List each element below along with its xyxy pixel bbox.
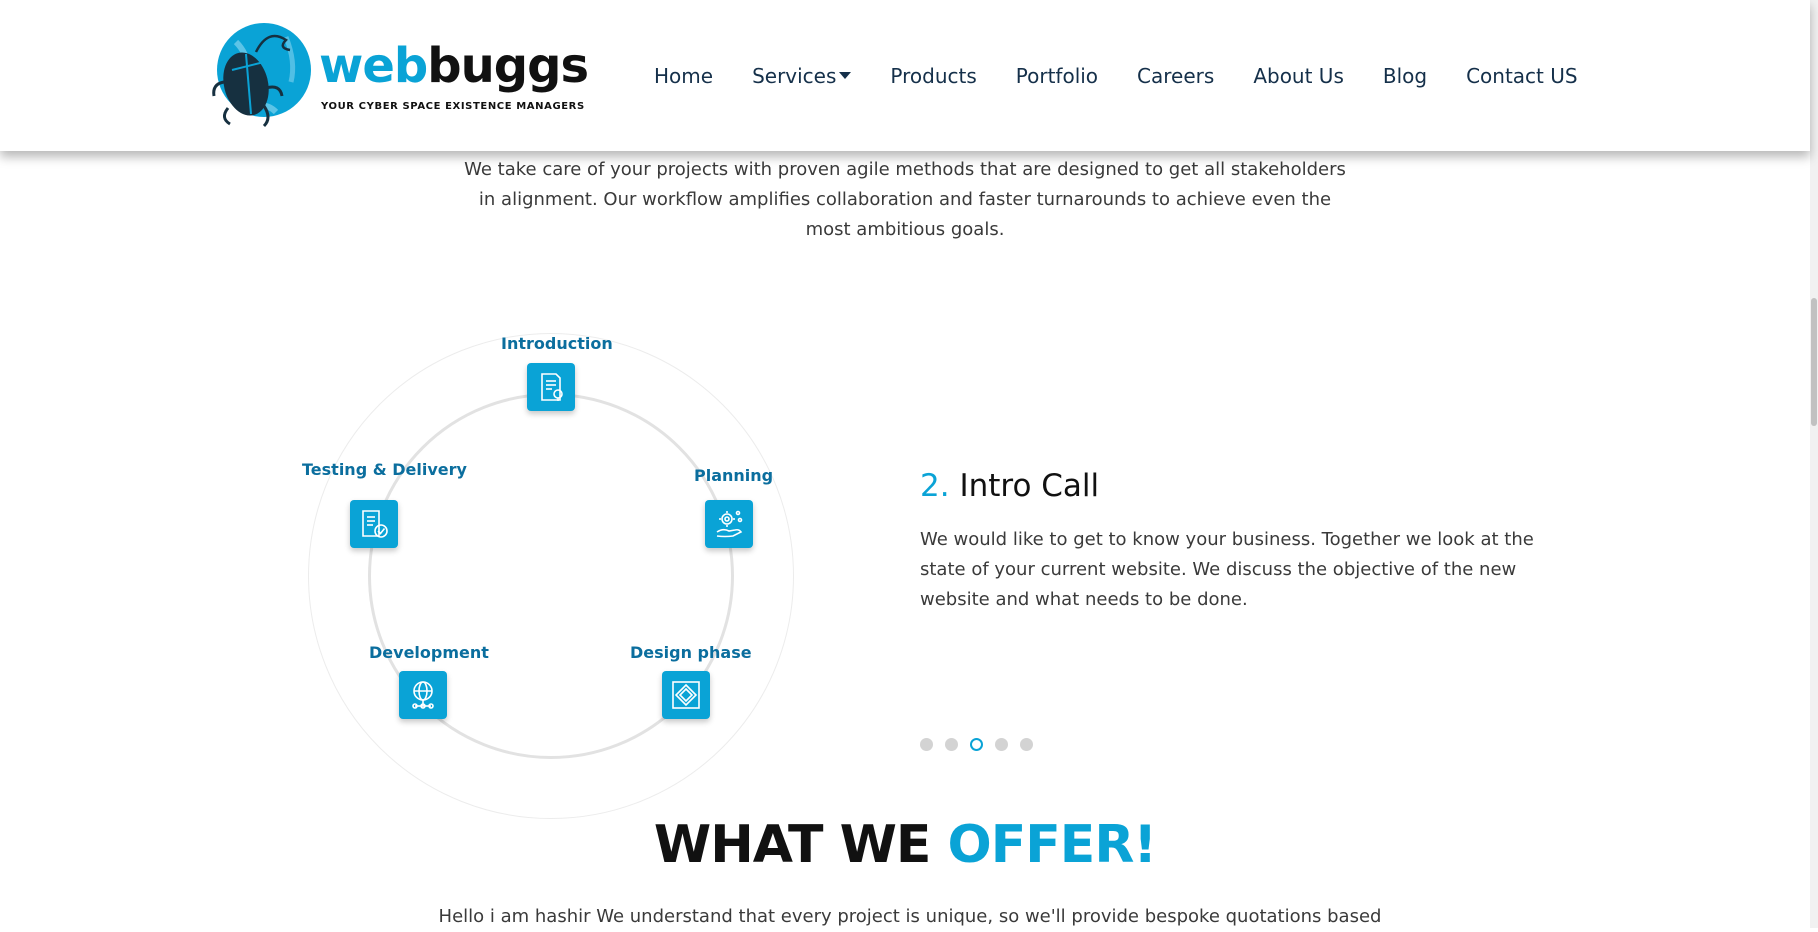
stage-label-introduction[interactable]: Introduction <box>501 334 613 353</box>
pager-dot-active[interactable] <box>970 738 983 751</box>
offer-title-part2: OFFER! <box>947 815 1158 875</box>
checklist-icon[interactable] <box>350 500 398 548</box>
process-cycle-diagram: Introduction Planning Design phase Devel… <box>250 325 850 825</box>
nav-portfolio[interactable]: Portfolio <box>1016 64 1098 94</box>
nav-careers[interactable]: Careers <box>1137 64 1214 94</box>
step-number: 2. <box>920 468 950 504</box>
site-header: webbuggs YOUR CYBER SPACE EXISTENCE MANA… <box>0 0 1810 151</box>
pager-dot[interactable] <box>1020 738 1033 751</box>
scrollbar-thumb[interactable] <box>1811 298 1817 426</box>
brand-name: webbuggs <box>319 42 589 90</box>
pager-dot[interactable] <box>920 738 933 751</box>
brand-tagline: YOUR CYBER SPACE EXISTENCE MANAGERS <box>321 101 585 112</box>
step-title-text: Intro Call <box>959 468 1100 504</box>
pager-dot[interactable] <box>995 738 1008 751</box>
main-nav: Home Services Products Portfolio Careers… <box>654 64 1578 94</box>
current-step-title: 2. Intro Call <box>920 468 1099 504</box>
stage-label-development[interactable]: Development <box>369 643 489 662</box>
layers-diamond-icon[interactable] <box>662 671 710 719</box>
nav-contact-us[interactable]: Contact US <box>1466 64 1578 94</box>
caret-down-icon <box>839 72 852 79</box>
step-pager <box>920 738 1045 751</box>
nav-services[interactable]: Services <box>752 64 852 94</box>
current-step-description: We would like to get to know your busine… <box>920 529 1534 610</box>
gear-hand-icon[interactable] <box>705 500 753 548</box>
process-intro-text: We take care of your projects with prove… <box>464 159 1346 240</box>
nav-services-label: Services <box>752 64 837 88</box>
nav-home[interactable]: Home <box>654 64 713 94</box>
brand-name-part2: buggs <box>427 38 589 94</box>
page-scrollbar[interactable] <box>1810 0 1818 928</box>
section-title-what-we-offer: WHAT WE OFFER! <box>0 815 1810 875</box>
bug-globe-logo-icon <box>212 23 311 128</box>
nav-blog[interactable]: Blog <box>1383 64 1427 94</box>
offer-title-part1: WHAT WE <box>653 815 948 875</box>
logo[interactable]: webbuggs YOUR CYBER SPACE EXISTENCE MANA… <box>206 22 589 130</box>
globe-network-icon[interactable] <box>399 671 447 719</box>
pager-dot[interactable] <box>945 738 958 751</box>
stage-label-design-phase[interactable]: Design phase <box>630 643 752 662</box>
document-bulb-icon[interactable] <box>527 363 575 411</box>
nav-products[interactable]: Products <box>890 64 976 94</box>
stage-label-planning[interactable]: Planning <box>694 466 773 485</box>
brand-name-part1: web <box>319 38 428 94</box>
stage-label-testing-delivery[interactable]: Testing & Delivery <box>302 460 467 479</box>
nav-about-us[interactable]: About Us <box>1253 64 1344 94</box>
